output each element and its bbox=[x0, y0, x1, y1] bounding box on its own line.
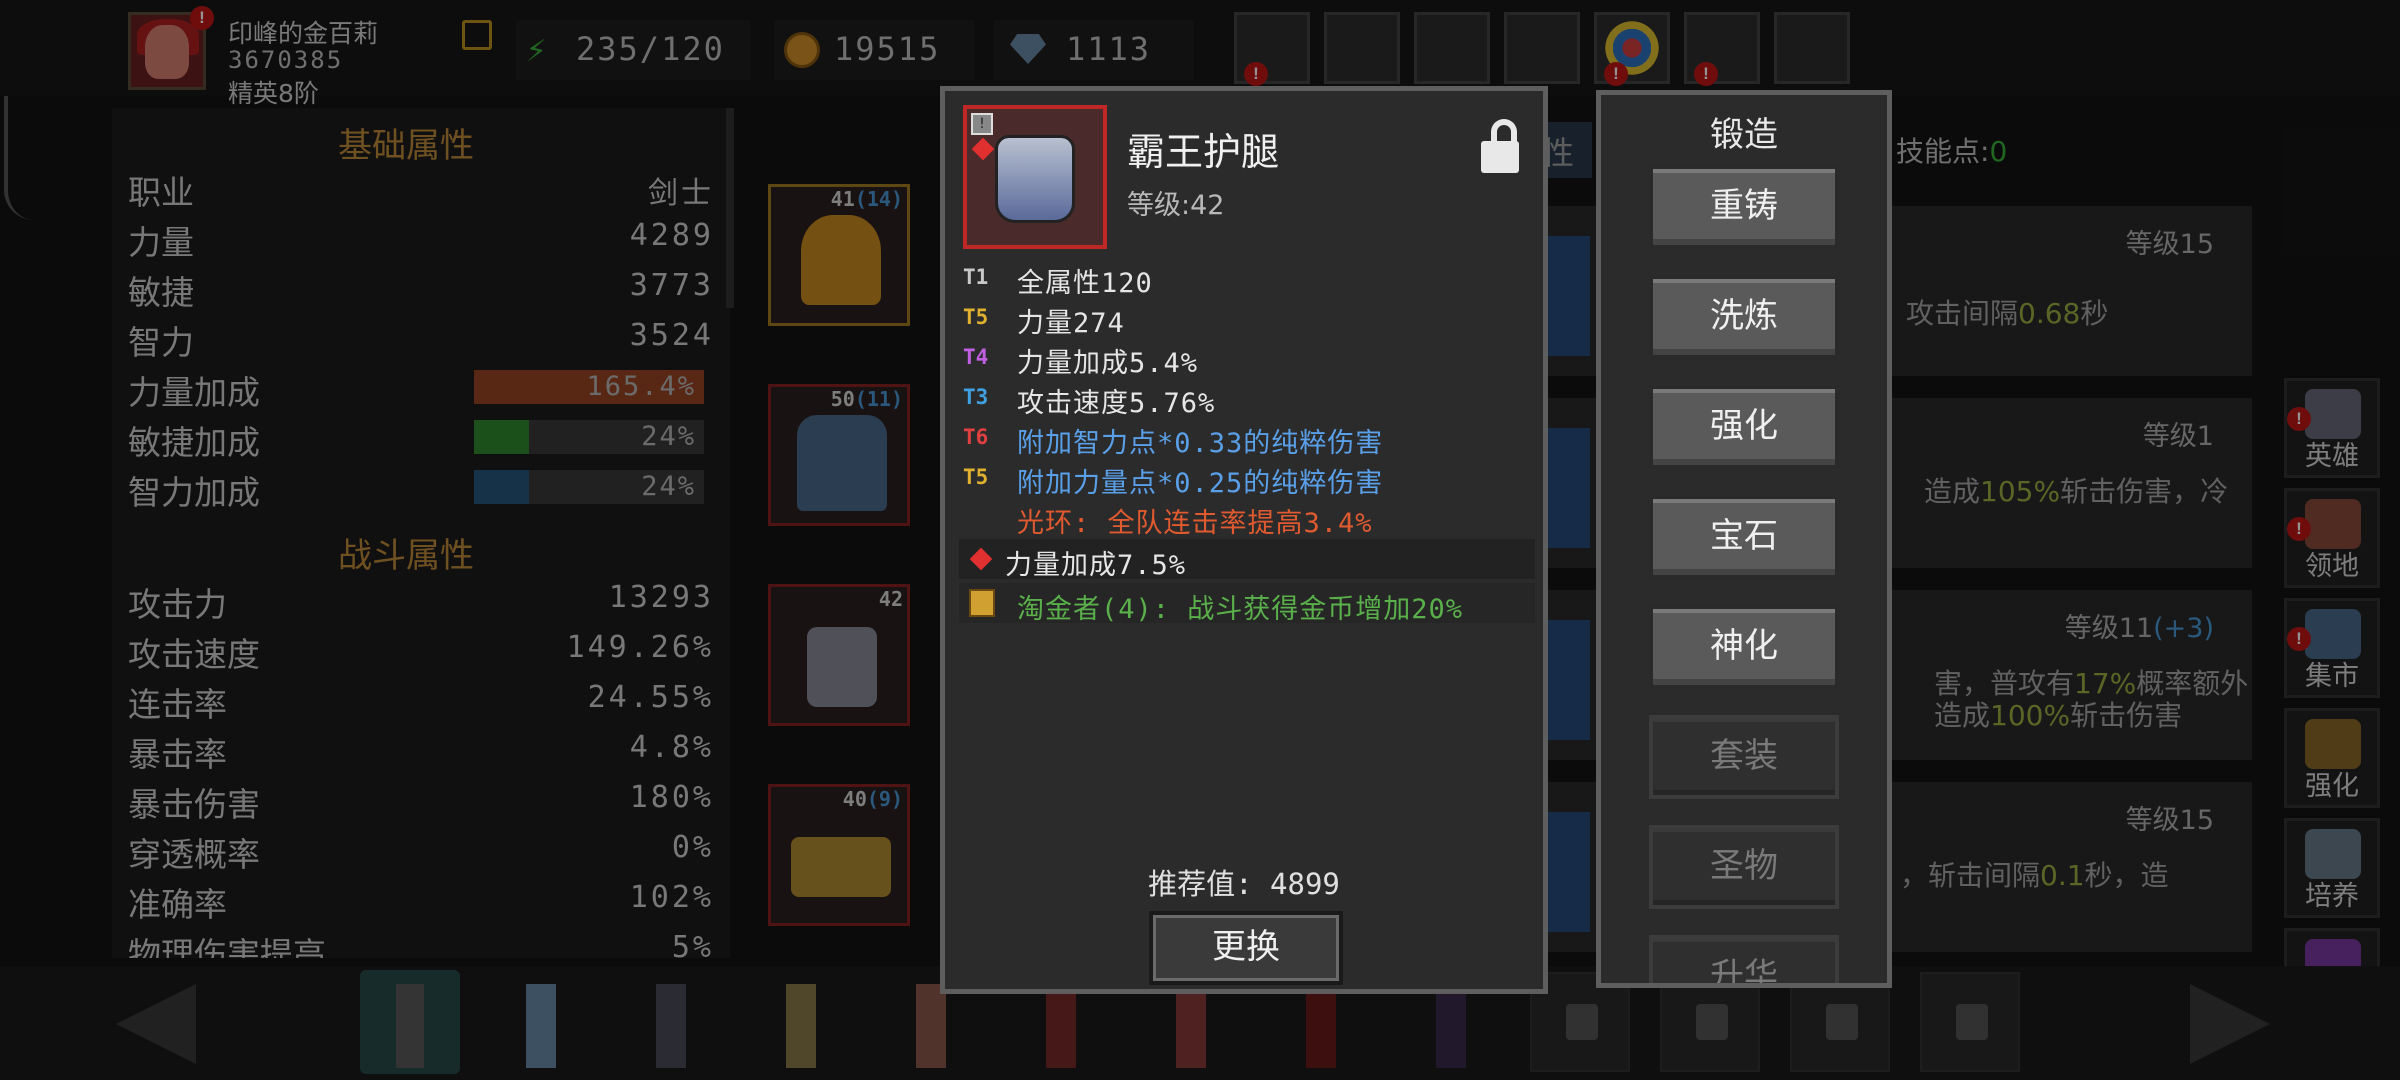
set-line: 淘金者(4): 战斗获得金币增加20% bbox=[1017, 594, 1464, 625]
affix-text: 力量274 bbox=[1017, 308, 1125, 339]
affix-tier: T5 bbox=[963, 465, 989, 489]
forge-button: 圣物 bbox=[1649, 825, 1839, 909]
unlock-icon[interactable] bbox=[1477, 119, 1521, 179]
forge-button[interactable]: 宝石 bbox=[1649, 495, 1839, 579]
affix-text: 力量加成5.4% bbox=[1017, 348, 1199, 379]
forge-button: 升华 bbox=[1649, 935, 1839, 983]
affix-tier: T3 bbox=[963, 385, 989, 409]
affix-text: 附加力量点*0.25的纯粹伤害 bbox=[1017, 468, 1384, 499]
affix-row: T6 附加智力点*0.33的纯粹伤害 bbox=[961, 419, 1521, 459]
forge-title: 锻造 bbox=[1710, 115, 1778, 155]
forge-button[interactable]: 强化 bbox=[1649, 385, 1839, 469]
affix-text: 全属性120 bbox=[1017, 268, 1153, 299]
affix-row: T5 附加力量点*0.25的纯粹伤害 bbox=[961, 459, 1521, 499]
item-name: 霸王护腿 bbox=[1127, 130, 1280, 174]
red-gem-icon bbox=[969, 547, 993, 571]
item-level: 等级:42 bbox=[1127, 190, 1225, 221]
aura-line: 光环: 全队连击率提高3.4% bbox=[1017, 508, 1373, 539]
gem-line: 力量加成7.5% bbox=[1005, 550, 1187, 581]
item-icon-frame: ! bbox=[963, 105, 1107, 249]
set-book-icon bbox=[969, 589, 995, 617]
gem-socket-row: 力量加成7.5% bbox=[959, 539, 1535, 581]
forge-button: 套装 bbox=[1649, 715, 1839, 799]
affix-row: T1 全属性120 bbox=[961, 259, 1521, 299]
affix-tier: T6 bbox=[963, 425, 989, 449]
replace-button[interactable]: 更换 bbox=[1149, 911, 1343, 985]
red-gem-icon bbox=[971, 137, 995, 161]
affix-row: T4 力量加成5.4% bbox=[961, 339, 1521, 379]
affix-row: T3 攻击速度5.76% bbox=[961, 379, 1521, 419]
info-badge-icon: ! bbox=[971, 113, 993, 135]
affix-tier: T5 bbox=[963, 305, 989, 329]
forge-button[interactable]: 洗炼 bbox=[1649, 275, 1839, 359]
affix-text: 攻击速度5.76% bbox=[1017, 388, 1216, 419]
recommend-value: 推荐值: 4899 bbox=[1148, 867, 1340, 901]
forge-button[interactable]: 神化 bbox=[1649, 605, 1839, 689]
affix-text: 附加智力点*0.33的纯粹伤害 bbox=[1017, 428, 1384, 459]
item-detail-popup: ! 霸王护腿 等级:42 T1 全属性120 T5 力量274 T4 力量加成5.4% T3… bbox=[940, 86, 1548, 994]
forge-menu: 锻造 重铸洗炼强化宝石神化套装圣物升华 bbox=[1596, 90, 1892, 988]
forge-button[interactable]: 重铸 bbox=[1649, 165, 1839, 249]
affix-row: T5 力量274 bbox=[961, 299, 1521, 339]
leg-armor-icon bbox=[995, 135, 1075, 223]
set-row: 淘金者(4): 战斗获得金币增加20% bbox=[959, 583, 1535, 625]
affix-tier: T4 bbox=[963, 345, 989, 369]
affix-tier: T1 bbox=[963, 265, 989, 289]
